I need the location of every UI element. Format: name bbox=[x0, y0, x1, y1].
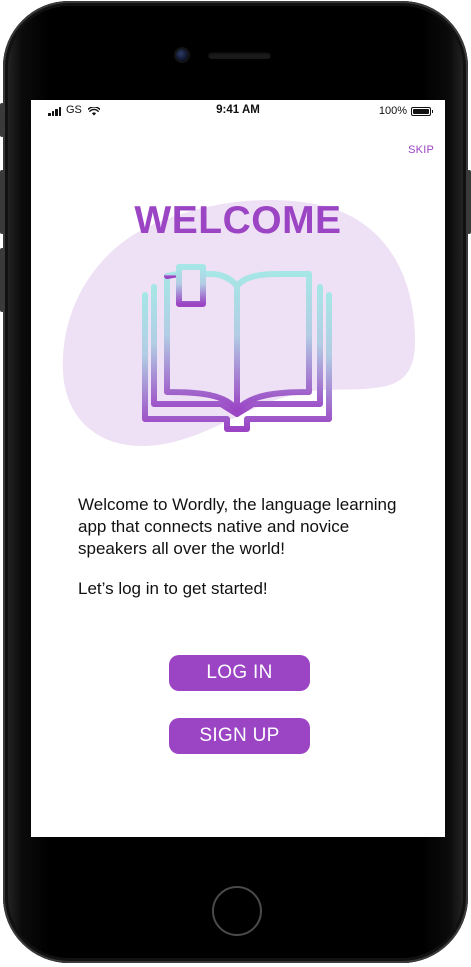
phone-frame: GS 9:41 AM 100% SKIP WELCOME Welcome to … bbox=[3, 1, 468, 963]
volume-up-button[interactable] bbox=[0, 170, 4, 234]
welcome-title: WELCOME bbox=[134, 199, 342, 242]
login-button[interactable]: LOG IN bbox=[169, 655, 310, 691]
earpiece-speaker bbox=[208, 52, 271, 59]
battery-icon bbox=[411, 106, 433, 116]
status-bar: GS 9:41 AM 100% bbox=[31, 100, 445, 122]
intro-text: Welcome to Wordly, the language learning… bbox=[78, 495, 397, 558]
mute-switch[interactable] bbox=[0, 103, 4, 137]
battery-percent: 100% bbox=[378, 105, 407, 117]
signup-button[interactable]: SIGN UP bbox=[169, 718, 310, 754]
status-right: 100% bbox=[378, 105, 433, 117]
volume-down-button[interactable] bbox=[0, 248, 4, 312]
skip-button[interactable]: SKIP bbox=[408, 144, 434, 156]
power-button[interactable] bbox=[467, 170, 471, 234]
front-camera bbox=[176, 49, 188, 61]
cta-text: Let’s log in to get started! bbox=[78, 579, 268, 598]
open-book-icon bbox=[142, 264, 332, 432]
home-button[interactable] bbox=[212, 886, 262, 936]
battery-fill bbox=[413, 108, 429, 114]
app-screen: GS 9:41 AM 100% SKIP WELCOME Welcome to … bbox=[31, 100, 445, 837]
